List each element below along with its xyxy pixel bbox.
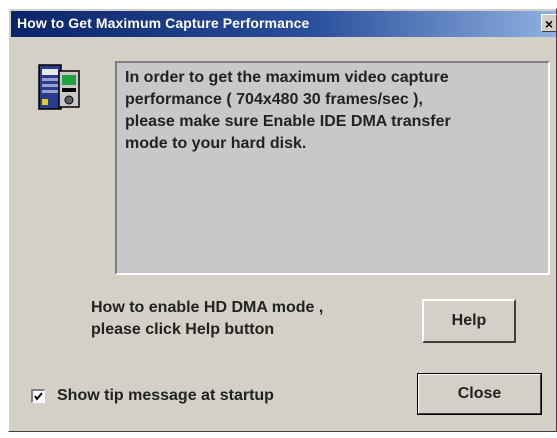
close-button[interactable]: Close [417,373,542,415]
show-tip-checkbox[interactable] [31,389,45,403]
title-bar[interactable]: How to Get Maximum Capture Performance × [11,11,557,37]
help-button[interactable]: Help [422,299,516,343]
show-tip-label: Show tip message at startup [57,387,274,404]
window-title: How to Get Maximum Capture Performance [17,15,310,31]
tip-computer-icon [38,64,80,110]
tip-dialog: How to Get Maximum Capture Performance ×… [8,8,557,432]
help-prompt: How to enable HD DMA mode , please click… [91,299,324,338]
close-icon[interactable]: × [541,14,557,32]
message-box: In order to get the maximum video captur… [115,61,550,275]
show-tip-option[interactable]: Show tip message at startup [31,387,274,405]
checkmark-icon [34,392,43,401]
message-text: In order to get the maximum video captur… [125,69,451,152]
